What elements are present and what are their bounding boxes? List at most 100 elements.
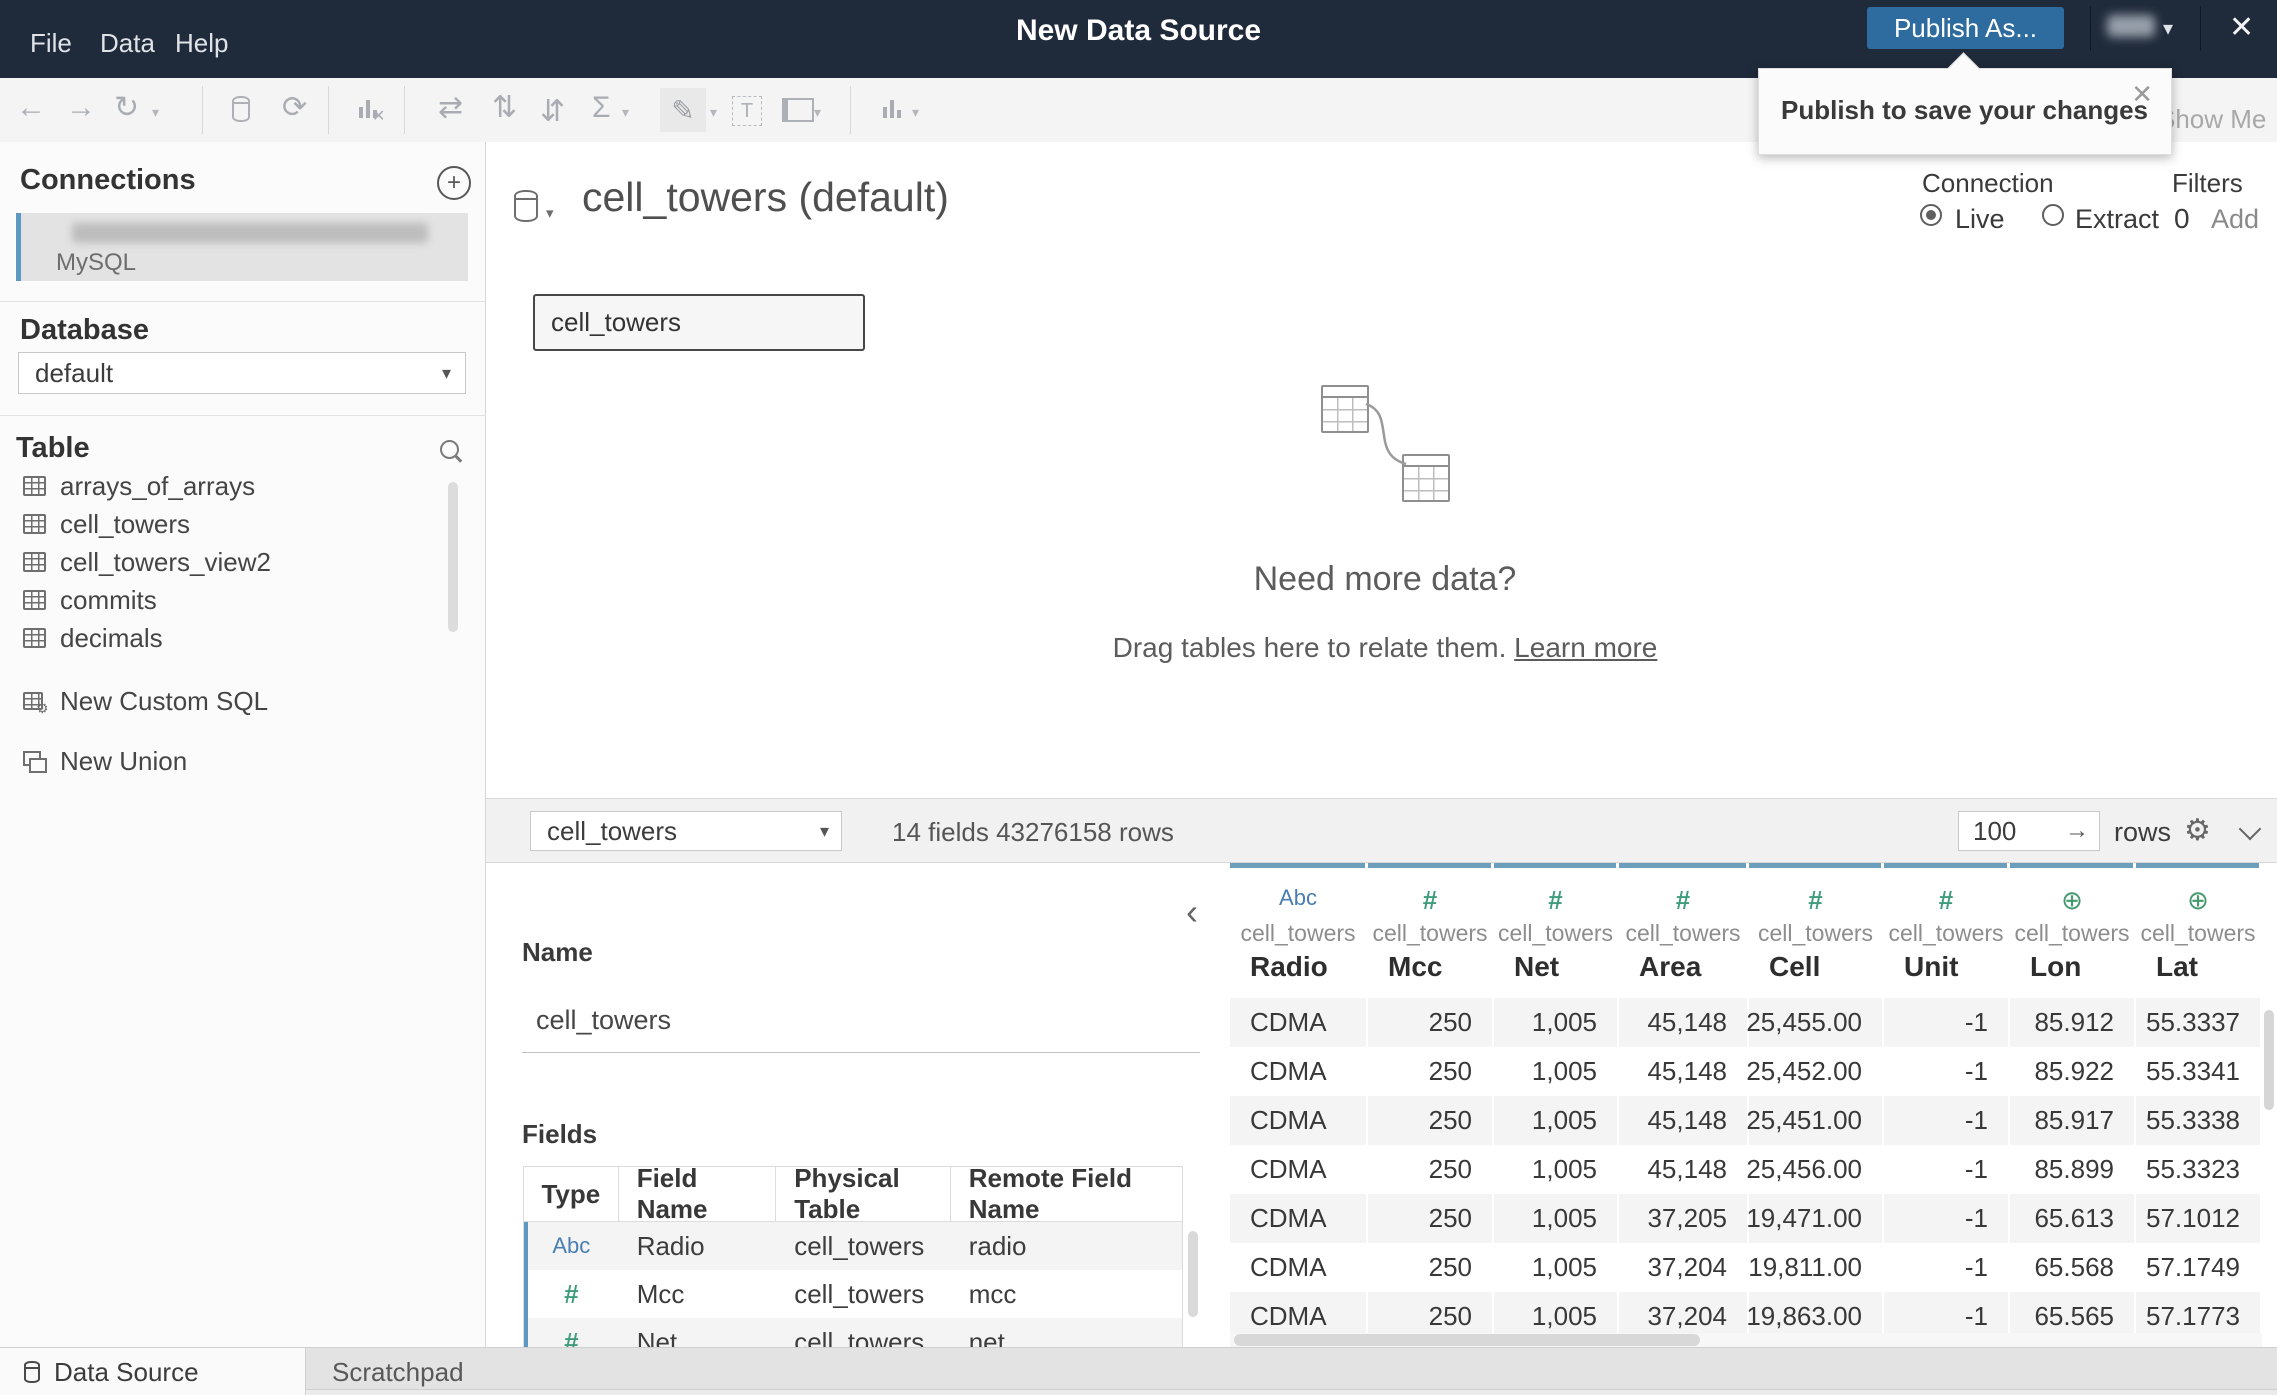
fields-table-header: Type Field Name Physical Table Remote Fi… [524, 1163, 1182, 1224]
grid-cell: 55.3341 [2136, 1047, 2262, 1096]
tooltip-close-icon[interactable]: ✕ [2131, 79, 2153, 110]
table-search-icon[interactable] [440, 440, 459, 459]
grid-column-header[interactable]: ⊕ cell_towers Lat [2136, 863, 2262, 998]
column-name: Lat [2156, 951, 2198, 982]
grid-data-row[interactable]: CDMA 250 1,005 45,148 25,455.00 -1 85.91… [1230, 998, 2277, 1047]
preview-collapse-chevron-icon[interactable] [2238, 817, 2262, 841]
grid-data-row[interactable]: CDMA 250 1,005 37,205 19,471.00 -1 65.61… [1230, 1194, 2277, 1243]
totals-caret-icon[interactable]: ▾ [622, 104, 629, 121]
collapse-panel-icon[interactable]: ‹ [1186, 891, 1198, 933]
datasource-cylinder-icon[interactable] [514, 190, 538, 222]
extract-radio-label[interactable]: Extract [2075, 204, 2159, 235]
user-menu-caret-icon[interactable]: ▾ [2163, 16, 2173, 41]
preview-table-select[interactable]: cell_towers ▾ [530, 811, 842, 851]
new-custom-sql[interactable]: ⚙ New Custom SQL [0, 682, 486, 720]
row-limit-input[interactable]: 100 → [1958, 811, 2100, 851]
fields-row[interactable]: # Mcc cell_towers mcc [524, 1270, 1182, 1318]
table-list-item[interactable]: cell_towers [0, 505, 486, 543]
publish-as-button[interactable]: Publish As... [1867, 7, 2064, 49]
tab-scratchpad[interactable]: Scratchpad [332, 1357, 464, 1388]
fields-table-scrollbar[interactable] [1188, 1231, 1198, 1317]
connection-accent-bar [16, 213, 21, 281]
undo-icon[interactable]: ← [16, 90, 46, 126]
preview-table-select-value: cell_towers [547, 815, 678, 846]
grid-column-header[interactable]: # cell_towers Mcc [1368, 863, 1494, 998]
swap-axes-icon[interactable]: ⇄ [438, 90, 463, 126]
name-input-underline [522, 1052, 1200, 1053]
datasource-caret-icon[interactable]: ▾ [546, 204, 554, 222]
filters-count: 0 [2174, 203, 2190, 234]
new-custom-sql-label: New Custom SQL [60, 685, 269, 716]
name-input[interactable]: cell_towers [536, 1005, 671, 1036]
grid-column-header[interactable]: # cell_towers Cell [1749, 863, 1884, 998]
replay-caret-icon[interactable]: ▾ [152, 104, 159, 121]
new-union[interactable]: New Union [0, 742, 486, 780]
grid-column-header[interactable]: Abc cell_towers Radio [1230, 863, 1368, 998]
table-list-item[interactable]: decimals [0, 619, 486, 657]
grid-cell: 250 [1368, 1047, 1494, 1096]
table-list-scrollbar[interactable] [448, 482, 458, 632]
learn-more-link[interactable]: Learn more [1514, 632, 1657, 663]
column-name: Mcc [1388, 951, 1443, 982]
column-table-label: cell_towers [1625, 920, 1741, 946]
hash-icon: # [564, 1278, 579, 1309]
show-me-label[interactable]: Show Me [2158, 104, 2266, 135]
fit-caret-icon[interactable]: ▾ [814, 104, 821, 121]
fit-icon[interactable] [782, 98, 814, 122]
datasource-pause-icon[interactable] [232, 96, 250, 122]
extract-radio[interactable] [2042, 204, 2064, 226]
connection-section-label: Connection [1922, 168, 2054, 198]
grid-column-header[interactable]: # cell_towers Area [1619, 863, 1749, 998]
totals-icon[interactable]: Σ [592, 90, 611, 126]
preview-settings-gear-icon[interactable]: ⚙ [2184, 813, 2211, 848]
database-select[interactable]: default ▾ [18, 352, 466, 394]
connection-item[interactable]: MySQL [16, 213, 468, 281]
filters-add-link[interactable]: Add [2211, 204, 2259, 235]
grid-data-row[interactable]: CDMA 250 1,005 45,148 25,452.00 -1 85.92… [1230, 1047, 2277, 1096]
grid-column-header[interactable]: # cell_towers Unit [1884, 863, 2010, 998]
show-me-caret-icon[interactable]: ▾ [912, 104, 919, 121]
tab-data-source[interactable]: Data Source [0, 1348, 306, 1395]
cancel-query-x-icon: ✕ [372, 108, 386, 125]
window-close-icon[interactable]: ✕ [2229, 10, 2254, 45]
grid-cell: -1 [1884, 1243, 2010, 1292]
table-list-item[interactable]: arrays_of_arrays [0, 467, 486, 505]
user-name-redacted[interactable] [2107, 15, 2155, 37]
redo-icon[interactable]: → [66, 90, 96, 126]
live-radio-label[interactable]: Live [1955, 204, 2005, 235]
preview-toolbar: cell_towers ▾ 14 fields 43276158 rows 10… [486, 798, 2277, 863]
sort-descending-icon[interactable]: ⇅ [540, 90, 565, 126]
sidebar: Connections + MySQL Database default ▾ T… [0, 142, 486, 1347]
grid-column-header[interactable]: ⊕ cell_towers Lon [2010, 863, 2136, 998]
refresh-icon[interactable]: ⟳ [282, 90, 307, 126]
replay-icon[interactable]: ↻ [114, 90, 139, 126]
show-me-chart-icon[interactable] [882, 98, 902, 118]
add-connection-icon[interactable]: + [437, 166, 471, 200]
grid-data-row[interactable]: CDMA 250 1,005 45,148 25,456.00 -1 85.89… [1230, 1145, 2277, 1194]
highlight-caret-icon[interactable]: ▾ [710, 104, 717, 121]
grid-cell: 250 [1368, 998, 1494, 1047]
grid-cell: 1,005 [1494, 1243, 1619, 1292]
table-item-label: cell_towers [60, 508, 191, 539]
fields-col-type: Type [524, 1167, 619, 1221]
fields-row[interactable]: # Net cell_towers net [524, 1318, 1182, 1347]
grid-vertical-scrollbar[interactable] [2264, 1010, 2274, 1110]
grid-data-row[interactable]: CDMA 250 1,005 37,204 19,811.00 -1 65.56… [1230, 1243, 2277, 1292]
live-radio[interactable] [1920, 204, 1942, 226]
status-strip [306, 1389, 2277, 1395]
highlight-icon[interactable]: ✎ [660, 88, 706, 132]
grid-column-header[interactable]: # cell_towers Net [1494, 863, 1619, 998]
grid-horizontal-scrollbar[interactable] [1234, 1334, 1700, 1346]
fields-row[interactable]: Abc Radio cell_towers radio [524, 1222, 1182, 1270]
table-list-item[interactable]: cell_towers_view2 [0, 543, 486, 581]
grid-cell: 85.899 [2010, 1145, 2136, 1194]
sort-ascending-icon[interactable]: ⇅ [492, 90, 517, 126]
text-annotation-icon[interactable]: T [732, 96, 762, 126]
grid-data-row[interactable]: CDMA 250 1,005 45,148 25,451.00 -1 85.91… [1230, 1096, 2277, 1145]
rows-label: rows [2114, 817, 2172, 847]
logical-table-node[interactable]: cell_towers [533, 294, 865, 351]
table-list-item[interactable]: commits [0, 581, 486, 619]
table-icon [23, 552, 46, 572]
row-limit-go-icon[interactable]: → [2065, 817, 2089, 845]
physical-table-cell: cell_towers [794, 1230, 925, 1261]
